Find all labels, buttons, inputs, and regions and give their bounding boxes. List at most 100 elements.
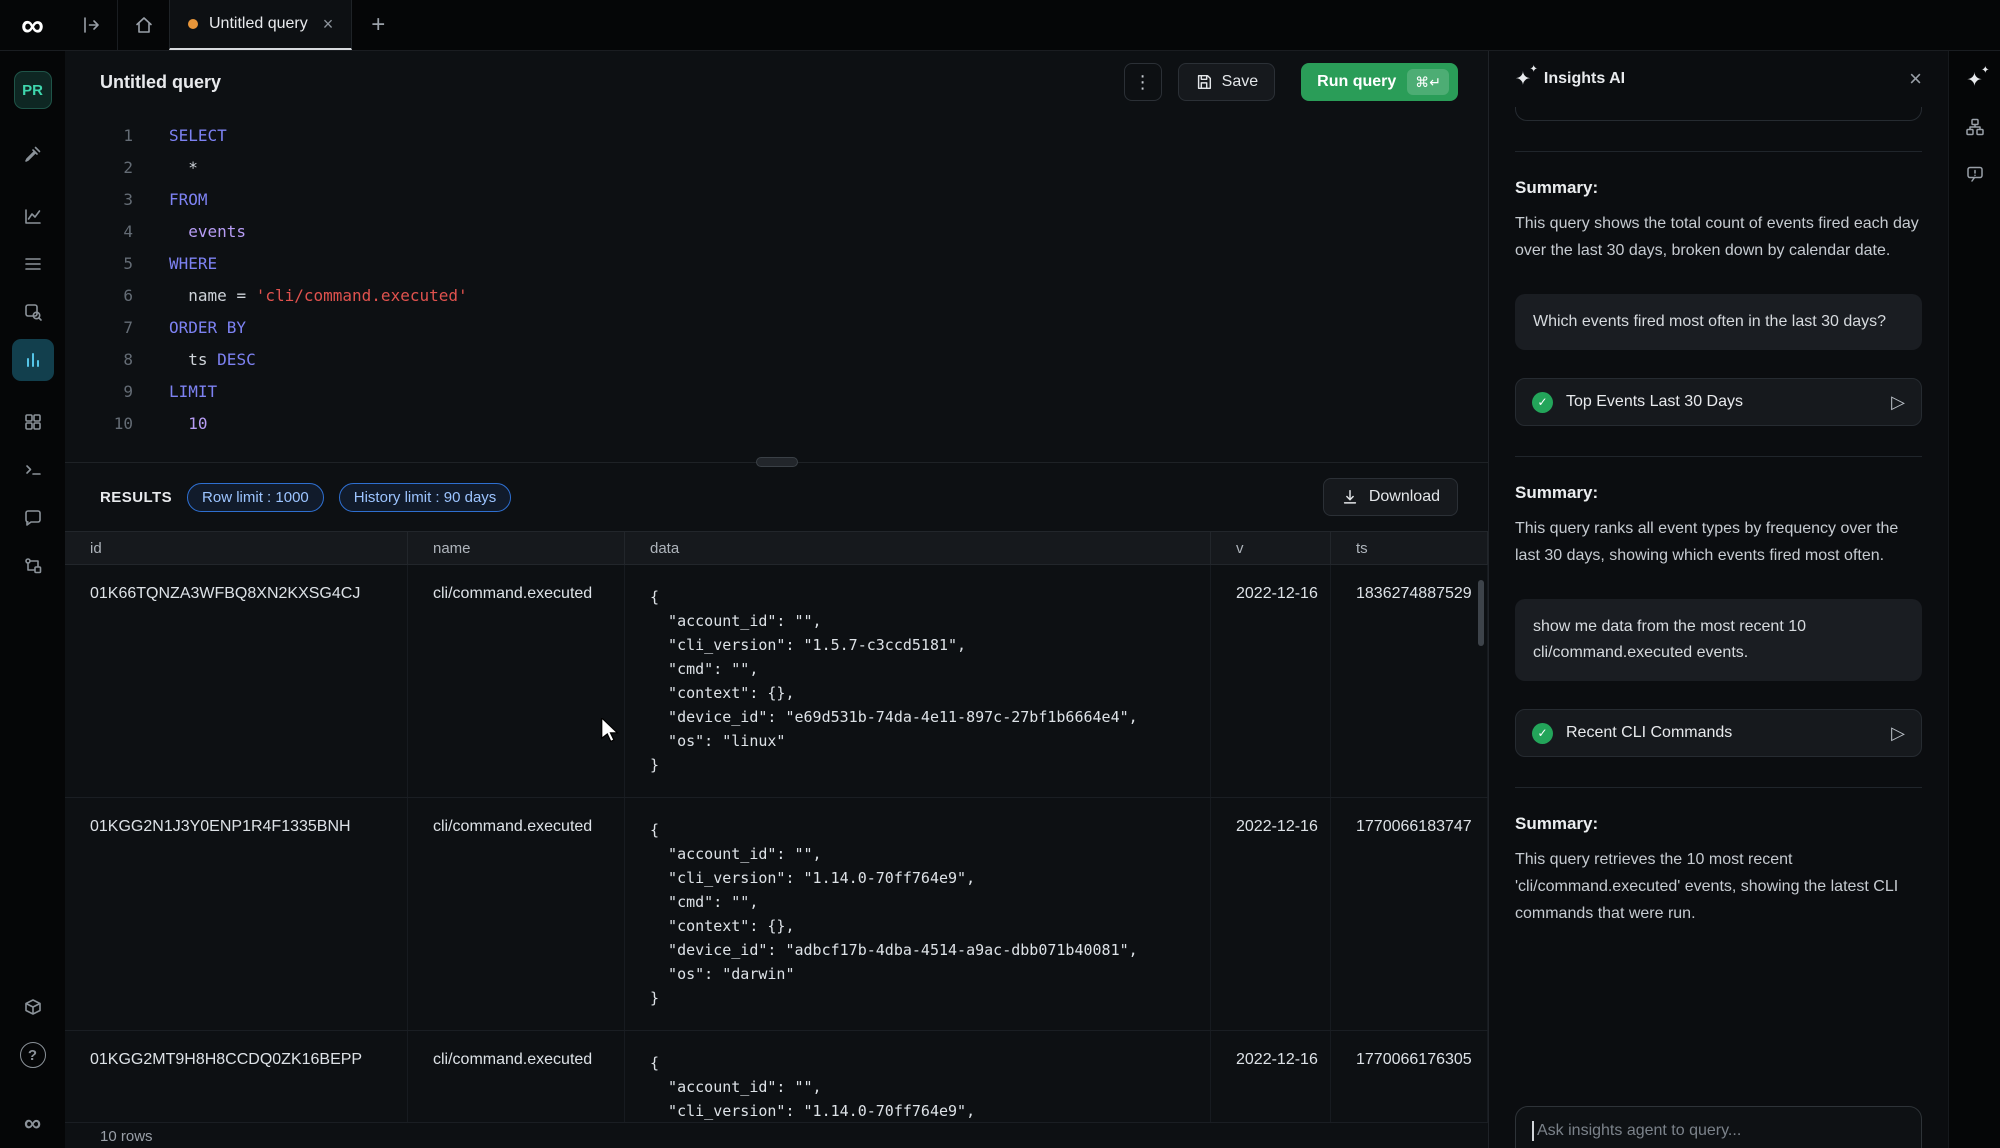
save-button[interactable]: Save bbox=[1178, 63, 1275, 101]
cell-v: 2022-12-16 bbox=[1211, 798, 1331, 1030]
text-caret bbox=[1532, 1121, 1534, 1141]
cell-name: cli/command.executed bbox=[408, 1031, 625, 1122]
section-divider bbox=[1515, 787, 1922, 788]
table-header-row: idnamedatavts bbox=[65, 531, 1488, 565]
insights-panel: ✦✦ Insights AI × Summary:This query show… bbox=[1488, 51, 1948, 1148]
cell-data: { "account_id": "", "cli_version": "1.14… bbox=[625, 1031, 1211, 1122]
home-button[interactable] bbox=[117, 0, 169, 50]
table-row[interactable]: 01KGG2N1J3Y0ENP1R4F1335BNHcli/command.ex… bbox=[65, 798, 1488, 1031]
sidebar-item-help[interactable]: ? bbox=[12, 1034, 54, 1076]
code-line[interactable]: 5WHERE bbox=[65, 248, 1488, 280]
cell-data: { "account_id": "", "cli_version": "1.5.… bbox=[625, 565, 1211, 797]
results-badges: Row limit : 1000 History limit : 90 days bbox=[187, 483, 511, 512]
sidebar-item-pipette[interactable] bbox=[12, 133, 54, 175]
query-result-card[interactable]: ✓Recent CLI Commands▷ bbox=[1515, 709, 1922, 757]
sidebar-item-console[interactable] bbox=[12, 449, 54, 491]
bar-chart-icon bbox=[23, 350, 43, 370]
sidebar-item-chat[interactable] bbox=[12, 497, 54, 539]
tab-close-icon[interactable]: × bbox=[323, 14, 334, 35]
column-header-ts[interactable]: ts bbox=[1331, 532, 1488, 564]
table-search-icon bbox=[23, 302, 43, 322]
cell-id: 01KGG2MT9H8H8CCDQ0ZK16BEPP bbox=[65, 1031, 408, 1122]
summary-heading: Summary: bbox=[1515, 483, 1922, 503]
table-row[interactable]: 01KGG2MT9H8H8CCDQ0ZK16BEPPcli/command.ex… bbox=[65, 1031, 1488, 1122]
code-line[interactable]: 3FROM bbox=[65, 184, 1488, 216]
download-icon bbox=[1341, 488, 1359, 506]
feedback-icon bbox=[1965, 164, 1985, 184]
code-line[interactable]: 1SELECT bbox=[65, 120, 1488, 152]
hierarchy-icon bbox=[1965, 117, 1985, 137]
ask-input-placeholder: Ask insights agent to query... bbox=[1537, 1122, 1741, 1140]
tab-untitled-query[interactable]: Untitled query × bbox=[169, 0, 352, 50]
sidebar-item-apps[interactable] bbox=[12, 401, 54, 443]
app-logo: ∞ bbox=[0, 0, 65, 50]
query-result-card[interactable]: ✓Top Events Last 30 Days▷ bbox=[1515, 378, 1922, 426]
right-icon-strip: ✦✦ bbox=[1948, 51, 2000, 1148]
infinity-logo-small-icon: ∞ bbox=[24, 1110, 41, 1138]
save-button-label: Save bbox=[1222, 73, 1258, 91]
download-button[interactable]: Download bbox=[1323, 478, 1458, 516]
column-header-v[interactable]: v bbox=[1211, 532, 1331, 564]
check-icon: ✓ bbox=[1532, 723, 1553, 744]
code-line[interactable]: 2 * bbox=[65, 152, 1488, 184]
new-tab-button[interactable]: + bbox=[352, 0, 404, 50]
sidebar-item-trends[interactable] bbox=[12, 195, 54, 237]
run-card-icon[interactable]: ▷ bbox=[1891, 392, 1905, 413]
sparkle-icon: ✦✦ bbox=[1967, 71, 1983, 90]
code-line[interactable]: 4 events bbox=[65, 216, 1488, 248]
insights-ai-toggle[interactable]: ✦✦ bbox=[1960, 65, 1990, 95]
run-query-label: Run query bbox=[1317, 73, 1396, 91]
ask-input[interactable]: Ask insights agent to query... ↑ bbox=[1515, 1106, 1922, 1148]
query-card-label: Top Events Last 30 Days bbox=[1566, 393, 1743, 411]
sidebar-item-containers[interactable] bbox=[12, 986, 54, 1028]
sidebar-item-workflows[interactable] bbox=[12, 545, 54, 587]
summary-text: This query shows the total count of even… bbox=[1515, 210, 1922, 264]
insights-title: Insights AI bbox=[1544, 70, 1625, 88]
section-divider bbox=[1515, 151, 1922, 152]
org-avatar[interactable]: PR bbox=[14, 71, 52, 109]
left-sidebar: PR bbox=[0, 51, 65, 1148]
column-header-id[interactable]: id bbox=[65, 532, 408, 564]
cell-ts: 1770066176305 bbox=[1331, 1031, 1488, 1122]
sidebar-item-query[interactable] bbox=[12, 339, 54, 381]
panel-splitter bbox=[65, 462, 1488, 463]
code-line[interactable]: 6 name = 'cli/command.executed' bbox=[65, 280, 1488, 312]
query-menu-button[interactable]: ⋮ bbox=[1124, 63, 1162, 101]
summary-heading: Summary: bbox=[1515, 814, 1922, 834]
table-scrollbar[interactable] bbox=[1478, 580, 1484, 646]
table-body: 01K66TQNZA3WFBQ8XN2KXSG4CJcli/command.ex… bbox=[65, 565, 1488, 1122]
code-line[interactable]: 10 10 bbox=[65, 408, 1488, 440]
expand-sidebar-button[interactable] bbox=[65, 0, 117, 50]
code-line[interactable]: 9LIMIT bbox=[65, 376, 1488, 408]
feedback-toggle[interactable] bbox=[1960, 159, 1990, 189]
results-table: idnamedatavts 01K66TQNZA3WFBQ8XN2KXSG4CJ… bbox=[65, 531, 1488, 1148]
table-row[interactable]: 01K66TQNZA3WFBQ8XN2KXSG4CJcli/command.ex… bbox=[65, 565, 1488, 798]
run-card-icon[interactable]: ▷ bbox=[1891, 723, 1905, 744]
column-header-name[interactable]: name bbox=[408, 532, 625, 564]
sidebar-item-explore[interactable] bbox=[12, 291, 54, 333]
schema-toggle[interactable] bbox=[1960, 112, 1990, 142]
run-query-button[interactable]: Run query ⌘↵ bbox=[1301, 63, 1458, 101]
code-line[interactable]: 8 ts DESC bbox=[65, 344, 1488, 376]
code-line[interactable]: 7ORDER BY bbox=[65, 312, 1488, 344]
cell-name: cli/command.executed bbox=[408, 798, 625, 1030]
code-lines: 1SELECT2 *3FROM4 events5WHERE6 name = 'c… bbox=[65, 120, 1488, 440]
row-count-status: 10 rows bbox=[65, 1122, 1488, 1148]
limit-badge[interactable]: History limit : 90 days bbox=[339, 483, 512, 512]
line-chart-icon bbox=[23, 206, 43, 226]
sidebar-item-streams[interactable] bbox=[12, 243, 54, 285]
insights-close-icon[interactable]: × bbox=[1909, 68, 1922, 90]
sql-editor[interactable]: 1SELECT2 *3FROM4 events5WHERE6 name = 'c… bbox=[65, 113, 1488, 462]
download-button-label: Download bbox=[1369, 488, 1440, 506]
infinity-logo-icon: ∞ bbox=[21, 9, 44, 41]
app-window: ∞ Untitled query × + PR bbox=[0, 0, 2000, 1148]
workflow-icon bbox=[23, 556, 43, 576]
sidebar-bottom: ? ∞ bbox=[12, 986, 54, 1148]
limit-badge[interactable]: Row limit : 1000 bbox=[187, 483, 324, 512]
insights-body: Summary: This query shows the total count… bbox=[1489, 107, 1948, 1148]
results-label: RESULTS bbox=[100, 489, 172, 506]
column-header-data[interactable]: data bbox=[625, 532, 1211, 564]
expand-panel-icon bbox=[81, 15, 101, 35]
summary-heading: Summary: bbox=[1515, 178, 1922, 198]
splitter-drag-handle[interactable] bbox=[756, 457, 798, 467]
